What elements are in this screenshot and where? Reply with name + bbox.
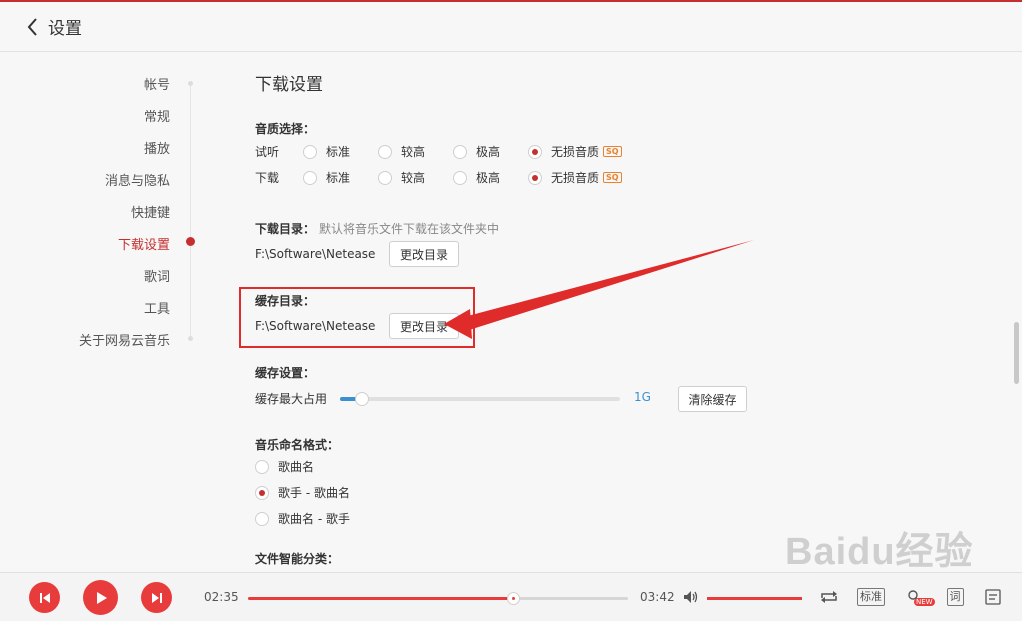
download-standard-radio[interactable]: 标准 xyxy=(303,169,350,186)
sq-badge: SQ xyxy=(603,172,622,183)
naming-song-artist-radio[interactable]: 歌曲名 - 歌手 xyxy=(255,510,350,527)
nav-item-account[interactable]: 帐号 xyxy=(144,74,170,93)
preview-lossless-radio[interactable]: 无损音质 SQ xyxy=(528,143,622,160)
naming-artist-song-radio[interactable]: 歌手 - 歌曲名 xyxy=(255,484,350,501)
preview-standard-radio[interactable]: 标准 xyxy=(303,143,350,160)
clear-cache-button[interactable]: 清除缓存 xyxy=(678,386,747,412)
page-title: 设置 xyxy=(48,19,82,39)
loop-icon xyxy=(821,591,837,603)
total-time: 03:42 xyxy=(640,590,675,604)
nav-dot xyxy=(188,81,193,86)
highlight-box xyxy=(239,287,475,348)
download-dir-hint: 默认将音乐文件下载在该文件夹中 xyxy=(319,222,500,236)
nav-item-about[interactable]: 关于网易云音乐 xyxy=(79,330,170,349)
nav-item-playback[interactable]: 播放 xyxy=(144,138,170,157)
download-dir-label: 下载目录： 默认将音乐文件下载在该文件夹中 xyxy=(255,222,500,236)
sq-badge: SQ xyxy=(603,146,622,157)
quality-label: 音质选择： xyxy=(255,122,316,136)
quality-button[interactable]: 标准 xyxy=(856,586,886,608)
download-lossless-radio[interactable]: 无损音质 SQ xyxy=(528,169,622,186)
nav-item-download[interactable]: 下载设置 xyxy=(118,234,170,253)
prev-button[interactable] xyxy=(29,582,60,613)
progress-handle[interactable] xyxy=(507,592,521,605)
cache-size-value: 1G xyxy=(634,390,651,404)
next-icon xyxy=(151,592,162,603)
nav-item-lyrics[interactable]: 歌词 xyxy=(144,266,170,285)
current-time: 02:35 xyxy=(204,590,239,604)
volume-slider[interactable] xyxy=(707,597,802,600)
preview-row-label: 试听 xyxy=(255,145,280,159)
volume-fill xyxy=(707,597,802,600)
progress-bar[interactable] xyxy=(248,592,628,605)
lyrics-button[interactable]: 词 xyxy=(945,586,965,608)
back-button[interactable]: 设置 xyxy=(24,14,82,39)
section-title: 下载设置 xyxy=(255,75,323,95)
nav-item-privacy[interactable]: 消息与隐私 xyxy=(105,170,170,189)
naming-label: 音乐命名格式： xyxy=(255,438,340,452)
nav-dot xyxy=(188,336,193,341)
nav-item-general[interactable]: 常规 xyxy=(144,106,170,125)
volume-button[interactable] xyxy=(682,586,700,608)
smart-folder-label: 文件智能分类： xyxy=(255,552,340,566)
playlist-icon xyxy=(985,589,1001,605)
scrollbar[interactable] xyxy=(1014,322,1019,384)
cache-settings-label: 缓存设置： xyxy=(255,366,316,380)
chevron-left-icon xyxy=(27,17,37,36)
playlist-button[interactable] xyxy=(982,586,1004,608)
change-download-dir-button[interactable]: 更改目录 xyxy=(389,241,459,267)
header: 设置 xyxy=(0,2,1022,52)
preview-extreme-radio[interactable]: 极高 xyxy=(453,143,500,160)
nav-item-shortcuts[interactable]: 快捷键 xyxy=(131,202,170,221)
download-dir-path: F:\Software\Netease xyxy=(255,247,376,261)
cache-max-label: 缓存最大占用 xyxy=(255,392,328,406)
prev-icon xyxy=(39,592,50,603)
volume-icon xyxy=(684,591,698,603)
download-high-radio[interactable]: 较高 xyxy=(378,169,425,186)
progress-fill xyxy=(248,597,514,600)
preview-high-radio[interactable]: 较高 xyxy=(378,143,425,160)
nav-dot-active xyxy=(186,237,195,246)
share-button[interactable]: NEW xyxy=(902,586,935,610)
next-button[interactable] xyxy=(141,582,172,613)
nav-item-tools[interactable]: 工具 xyxy=(144,298,170,317)
naming-song-radio[interactable]: 歌曲名 xyxy=(255,458,314,475)
player-bar: 02:35 03:42 标准 NEW 词 xyxy=(0,572,1022,621)
settings-nav: 帐号 常规 播放 消息与隐私 快捷键 下载设置 歌词 工具 关于网易云音乐 xyxy=(0,52,210,572)
play-icon xyxy=(96,591,107,604)
nav-line xyxy=(190,82,191,338)
new-badge: NEW xyxy=(914,598,935,606)
download-extreme-radio[interactable]: 极高 xyxy=(453,169,500,186)
cache-size-slider[interactable] xyxy=(340,392,620,406)
download-row-label: 下载 xyxy=(255,171,280,185)
play-button[interactable] xyxy=(83,580,118,615)
loop-button[interactable] xyxy=(818,586,840,608)
cache-slider-handle[interactable] xyxy=(355,392,370,406)
